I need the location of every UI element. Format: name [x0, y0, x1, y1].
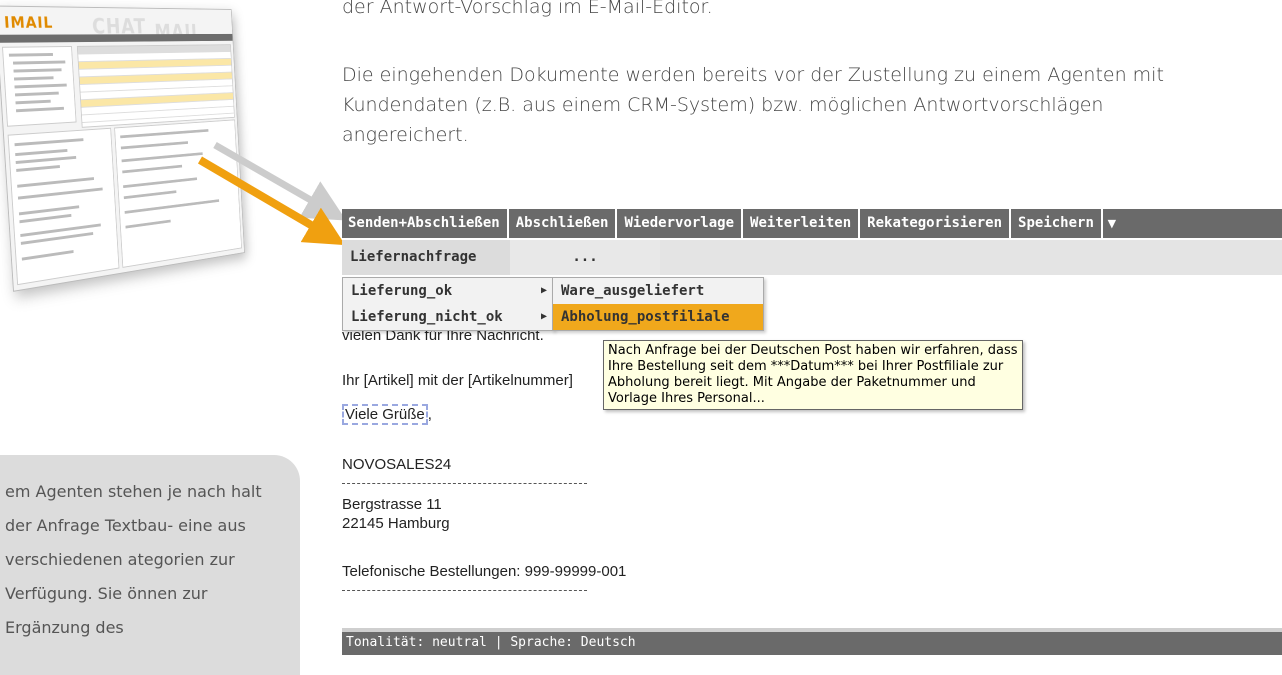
send-close-button[interactable]: Senden+Abschließen: [342, 209, 509, 238]
imail-logo: IMAIL: [3, 12, 54, 32]
body-city: 22145 Hamburg: [342, 515, 450, 532]
body-phone: Telefonische Bestellungen: 999-99999-001: [342, 563, 627, 580]
editor-toolbar: Senden+Abschließen Abschließen Wiedervor…: [342, 209, 1282, 238]
chevron-right-icon: ▶: [540, 311, 547, 322]
category-secondary[interactable]: ...: [510, 240, 660, 275]
recategorize-button[interactable]: Rekategorisieren: [860, 209, 1012, 238]
signature-separator: [342, 483, 587, 484]
template-preview-tooltip: Nach Anfrage bei der Deutschen Post habe…: [603, 340, 1023, 410]
category-submenu-level2: Ware_ausgeliefert Abholung_postfiliale: [552, 277, 764, 331]
thumb-detail-pane: [7, 127, 120, 286]
intro-paragraph-2: Die eingehenden Dokumente werden bereits…: [342, 64, 1164, 146]
menu-item-ware-ausgeliefert[interactable]: Ware_ausgeliefert: [553, 278, 763, 304]
category-submenu-level1: Lieferung_ok ▶ Lieferung_nicht_ok ▶: [342, 277, 554, 331]
intro-line-1: der Antwort-Vorschlag im E-Mail-Editor.: [342, 0, 713, 18]
status-text: Tonalität: neutral | Sprache: Deutsch: [346, 635, 636, 650]
caret-down-icon[interactable]: ▼: [1103, 209, 1121, 238]
menu-item-lieferung-ok[interactable]: Lieferung_ok ▶: [343, 278, 553, 304]
menu-item-abholung-postfiliale[interactable]: Abholung_postfiliale: [553, 304, 763, 330]
mail-editor: Senden+Abschließen Abschließen Wiedervor…: [342, 209, 1282, 655]
menu-item-lieferung-nicht-ok[interactable]: Lieferung_nicht_ok ▶: [343, 304, 553, 330]
resubmit-button[interactable]: Wiedervorlage: [617, 209, 744, 238]
thumb-tree: [2, 45, 77, 127]
body-street: Bergstrasse 11: [342, 496, 442, 513]
signature-separator-bottom: [342, 590, 587, 591]
body-company: NOVOSALES24: [342, 456, 452, 473]
category-primary[interactable]: Liefernachfrage: [342, 240, 510, 275]
save-button[interactable]: Speichern: [1011, 209, 1103, 238]
thumb-grid: [76, 44, 235, 128]
close-button[interactable]: Abschließen: [509, 209, 618, 238]
app-screenshot-thumbnail: IMAIL CHAT MAIL: [0, 5, 245, 292]
greeting-placeholder[interactable]: Viele Grüße: [342, 404, 428, 425]
thumb-mail-pane: [114, 119, 242, 268]
forward-button[interactable]: Weiterleiten: [743, 209, 861, 238]
chevron-right-icon: ▶: [540, 285, 547, 296]
info-note-box: em Agenten stehen je nach halt der Anfra…: [0, 455, 300, 675]
category-bar: Liefernachfrage ...: [342, 240, 1282, 275]
body-greeting-line: Viele Grüße,: [342, 404, 432, 425]
info-note-text: em Agenten stehen je nach halt der Anfra…: [5, 482, 262, 637]
body-line-article: Ihr [Artikel] mit der [Artikelnummer]: [342, 372, 573, 389]
